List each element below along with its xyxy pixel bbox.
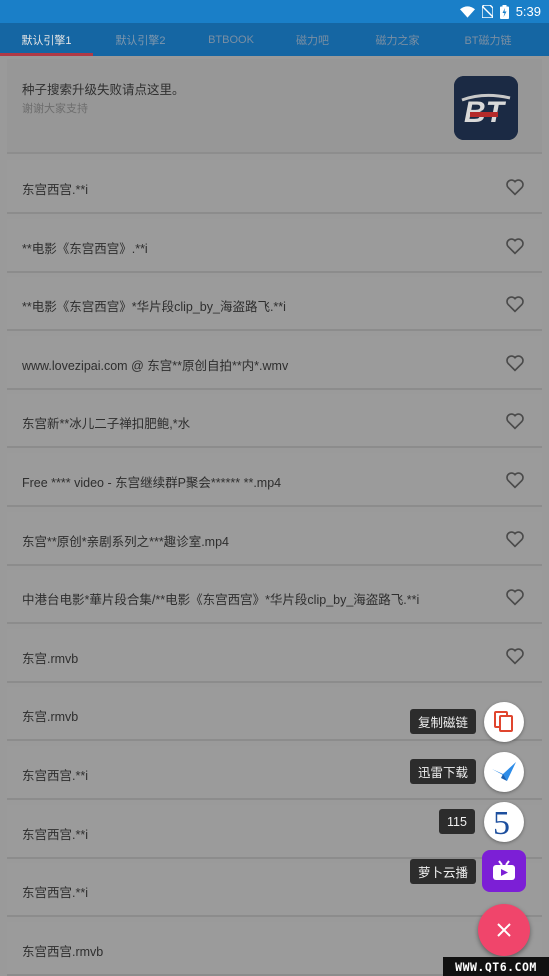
list-item[interactable]: www.lovezipai.com @ 东宫**原创自拍**内*.wmv <box>7 335 542 390</box>
heart-icon[interactable] <box>505 471 525 489</box>
list-item[interactable]: Free **** video - 东宫继续群P聚会****** **.mp4 <box>7 452 542 507</box>
result-title: 东宫.rmvb <box>22 651 79 666</box>
heart-icon[interactable] <box>505 354 525 372</box>
heart-icon[interactable] <box>505 647 525 665</box>
xunlei-download-label[interactable]: 迅雷下载 <box>410 759 477 784</box>
svg-text:5: 5 <box>493 805 510 839</box>
result-title: 东宫**原创*亲剧系列之***趣诊室.mp4 <box>22 534 229 549</box>
115-label[interactable]: 115 <box>439 809 475 834</box>
list-item[interactable]: 东宫新**冰儿二子禅扣肥鲍,*水 <box>7 394 542 449</box>
tab-label: BTBOOK <box>208 33 254 46</box>
tab-label: 磁力吧 <box>296 34 329 47</box>
result-title: www.lovezipai.com @ 东宫**原创自拍**内*.wmv <box>22 358 289 373</box>
result-title: 东宫西宫.rmvb <box>22 944 104 959</box>
115-button[interactable]: 5 <box>484 802 524 842</box>
tab-label: 磁力之家 <box>375 34 420 47</box>
tab-engine-2[interactable]: 默认引擎2 <box>93 23 188 56</box>
tab-label: 默认引擎1 <box>21 34 72 47</box>
xunlei-bird-icon <box>492 762 516 781</box>
tv-play-icon <box>493 860 515 880</box>
list-item[interactable]: 中港台电影*華片段合集/**电影《东宫西宫》*华片段clip_by_海盗路飞.*… <box>7 570 542 625</box>
115-five-icon: 5 <box>493 805 510 839</box>
banner-subtitle: 谢谢大家支持 <box>22 103 88 115</box>
list-item[interactable]: 东宫.rmvb <box>7 628 542 683</box>
battery-icon <box>499 4 509 19</box>
result-title: **电影《东宫西宫》*华片段clip_by_海盗路飞.**i <box>22 300 286 315</box>
tab-engine-1[interactable]: 默认引擎1 <box>0 23 93 56</box>
close-icon <box>497 923 511 937</box>
list-item[interactable]: **电影《东宫西宫》*华片段clip_by_海盗路飞.**i <box>7 277 542 332</box>
tab-cilibar[interactable]: 磁力吧 <box>274 23 351 56</box>
status-time: 5:39 <box>515 4 541 19</box>
result-title: **电影《东宫西宫》.**i <box>22 241 148 256</box>
status-icons: 5:39 <box>459 0 541 23</box>
list-item[interactable]: **电影《东宫西宫》.**i <box>7 218 542 273</box>
copy-magnet-button[interactable] <box>484 702 524 742</box>
tab-bt-magnet[interactable]: BT磁力链 <box>444 23 532 56</box>
copy-icon <box>494 711 513 732</box>
result-title: 东宫西宫.**i <box>22 768 88 783</box>
bt-logo: BT <box>454 76 518 140</box>
radish-cloud-play-label[interactable]: 萝卜云播 <box>410 859 477 884</box>
tab-btbook[interactable]: BTBOOK <box>188 23 274 56</box>
result-title: Free **** video - 东宫继续群P聚会****** **.mp4 <box>22 475 282 490</box>
xunlei-download-button[interactable] <box>484 752 524 792</box>
tab-label: BT磁力链 <box>464 34 512 47</box>
result-title: 东宫.rmvb <box>22 710 79 725</box>
list-item[interactable]: 东宫**原创*亲剧系列之***趣诊室.mp4 <box>7 511 542 566</box>
result-title: 中港台电影*華片段合集/**电影《东宫西宫》*华片段clip_by_海盗路飞.*… <box>22 593 420 608</box>
heart-icon[interactable] <box>505 178 525 196</box>
heart-icon[interactable] <box>505 412 525 430</box>
list-item[interactable]: 东宫西宫.**i <box>7 160 542 214</box>
result-title: 东宫西宫.**i <box>22 183 88 197</box>
banner-title: 种子搜索升级失败请点这里。 <box>22 83 185 97</box>
wifi-icon <box>459 5 475 18</box>
status-bar: 5:39 <box>0 0 549 23</box>
heart-icon[interactable] <box>505 530 525 548</box>
upgrade-banner[interactable]: 种子搜索升级失败请点这里。 谢谢大家支持 BT <box>7 59 542 154</box>
copy-magnet-label[interactable]: 复制磁链 <box>410 709 477 734</box>
heart-icon[interactable] <box>505 295 525 313</box>
site-watermark: WWW.QT6.COM <box>443 957 549 976</box>
result-title: 东宫西宫.**i <box>22 886 88 901</box>
heart-icon[interactable] <box>505 237 525 255</box>
tab-cili-home[interactable]: 磁力之家 <box>351 23 444 56</box>
no-sim-icon <box>481 5 493 18</box>
close-fab-button[interactable] <box>478 904 530 956</box>
tab-indicator <box>0 53 93 56</box>
results-list: 东宫西宫.**i **电影《东宫西宫》.**i **电影《东宫西宫》*华片段cl… <box>7 160 542 976</box>
tab-label: 默认引擎2 <box>115 34 166 47</box>
result-title: 东宫西宫.**i <box>22 827 88 842</box>
engine-tab-bar: 默认引擎1 默认引擎2 BTBOOK 磁力吧 磁力之家 BT磁力链 <box>0 23 549 56</box>
heart-icon[interactable] <box>505 588 525 606</box>
radish-cloud-play-button[interactable] <box>482 850 526 892</box>
result-title: 东宫新**冰儿二子禅扣肥鲍,*水 <box>22 417 191 432</box>
